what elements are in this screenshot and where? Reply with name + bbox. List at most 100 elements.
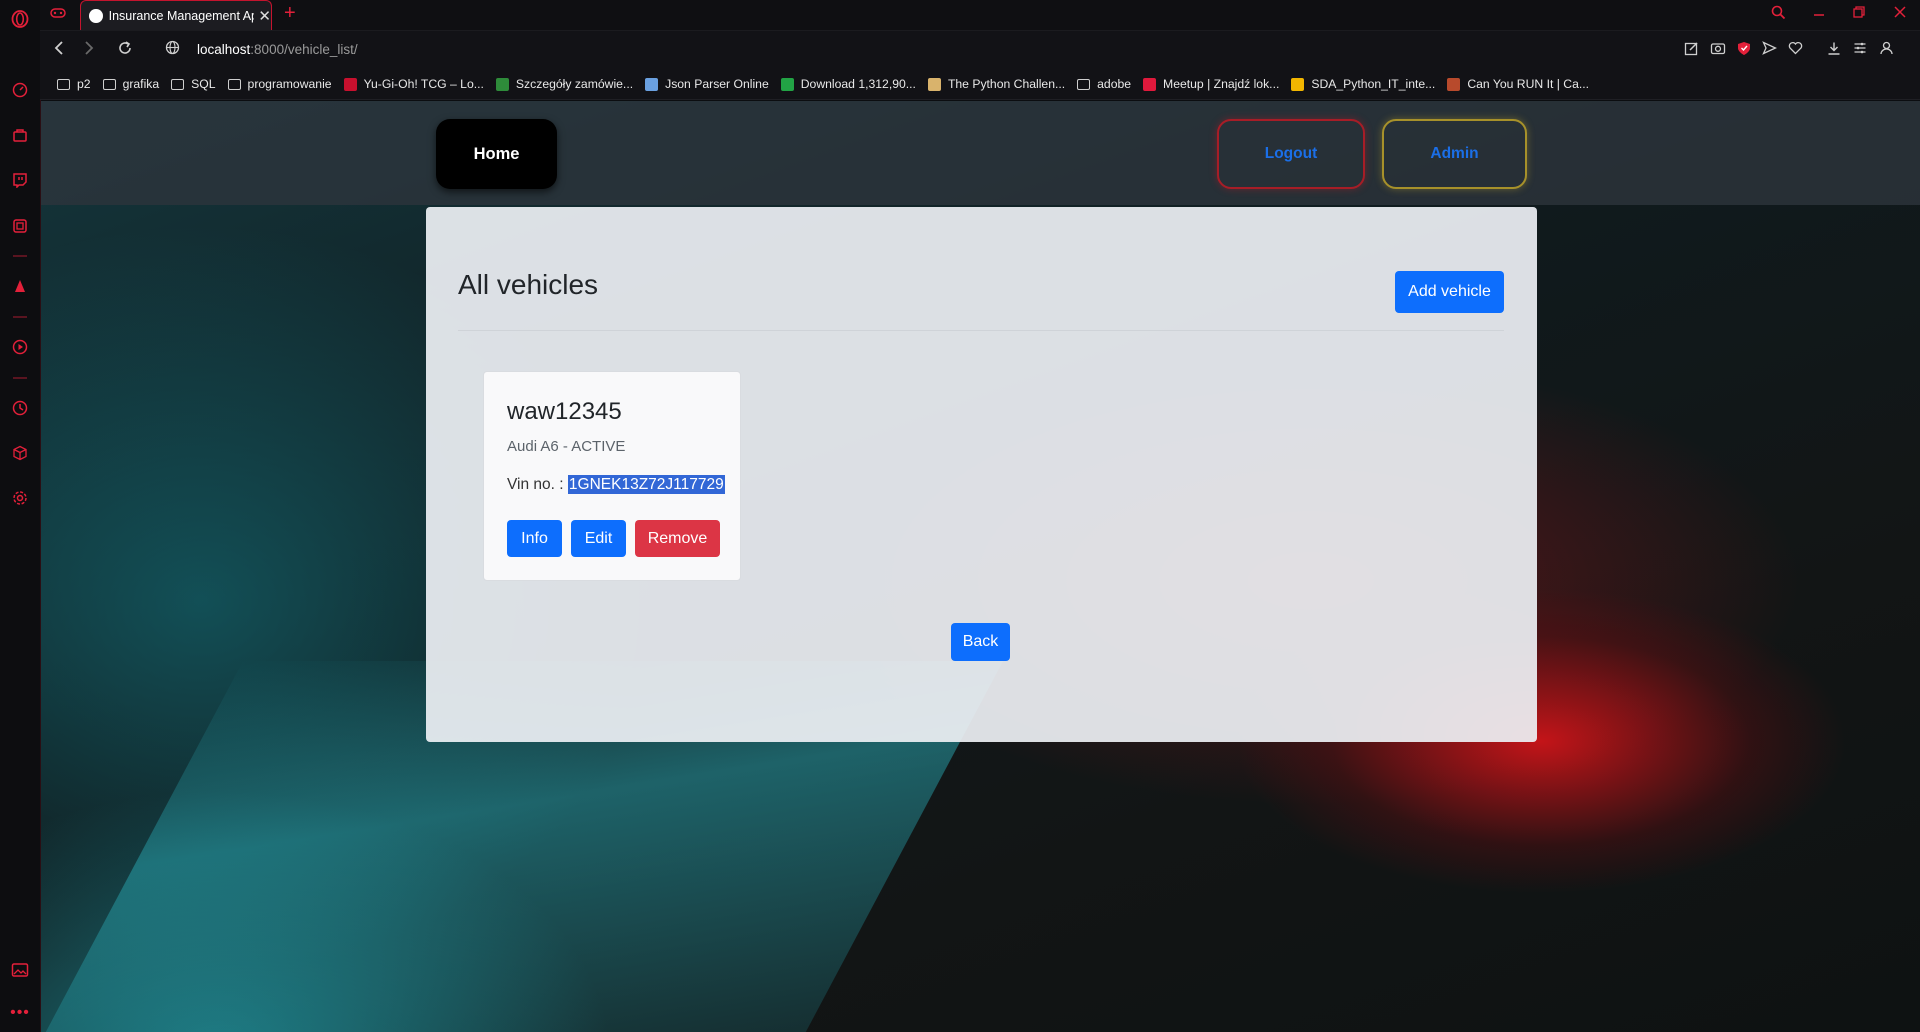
bookmark-label: Json Parser Online — [665, 77, 769, 91]
bookmark-favicon-icon — [780, 77, 794, 91]
edit-page-icon[interactable] — [1684, 41, 1699, 59]
minimize-icon[interactable] — [1812, 5, 1826, 24]
title-divider — [458, 330, 1504, 331]
content-panel: All vehicles Add vehicle waw12345 Audi A… — [426, 207, 1537, 742]
send-arrow-icon[interactable] — [1762, 41, 1778, 58]
bookmark-favicon-icon — [645, 77, 659, 91]
bookmark-heart-icon[interactable] — [1788, 41, 1803, 58]
site-navbar — [41, 101, 1920, 205]
bookmark-favicon-icon — [1447, 77, 1461, 91]
bookmark-item[interactable]: programowanie — [227, 77, 332, 91]
back-button[interactable]: Back — [951, 623, 1010, 661]
more-icon[interactable]: ••• — [10, 1003, 30, 1023]
url-path: :8000/vehicle_list/ — [250, 42, 358, 57]
home-button[interactable]: Home — [436, 119, 557, 189]
opera-logo-icon[interactable] — [10, 9, 30, 29]
folder-icon — [57, 78, 70, 90]
tab-close-icon[interactable]: ✕ — [258, 7, 271, 25]
bookmark-label: adobe — [1097, 77, 1132, 91]
page-title: All vehicles — [458, 269, 599, 300]
admin-button[interactable]: Admin — [1382, 119, 1527, 189]
shopping-bag-icon[interactable] — [10, 125, 30, 145]
vehicle-plate: waw12345 — [507, 398, 622, 425]
search-tabs-icon[interactable] — [1771, 5, 1786, 25]
bookmark-item[interactable]: The Python Challen... — [927, 77, 1066, 91]
wallpaper-icon[interactable] — [10, 960, 30, 980]
gamepad-icon[interactable] — [50, 6, 66, 22]
bookmark-item[interactable]: SQL — [171, 77, 216, 91]
bookmark-label: programowanie — [247, 77, 332, 91]
new-tab-button[interactable]: + — [284, 2, 296, 25]
extension-icon[interactable] — [10, 216, 30, 236]
sidebar-divider — [13, 316, 27, 318]
bookmark-favicon-icon — [1143, 77, 1157, 91]
site-info-globe-icon[interactable] — [165, 40, 180, 60]
bookmark-item[interactable]: Json Parser Online — [645, 77, 769, 91]
bookmark-label: Can You RUN It | Ca... — [1467, 77, 1590, 91]
sidebar-divider — [13, 377, 27, 379]
bookmark-label: grafika — [122, 77, 160, 91]
profile-icon[interactable] — [1880, 41, 1893, 58]
browser-sidebar: ••• — [0, 0, 41, 1032]
bookmark-item[interactable]: p2 — [57, 77, 91, 91]
box-icon[interactable] — [10, 443, 30, 463]
reload-icon[interactable] — [117, 40, 133, 61]
bookmark-label: The Python Challen... — [947, 77, 1066, 91]
tab-strip: Insurance Management Ap ✕ + — [40, 0, 1920, 31]
bookmark-label: Download 1,312,90... — [800, 77, 916, 91]
restore-icon[interactable] — [1852, 5, 1866, 24]
remove-button[interactable]: Remove — [635, 520, 720, 557]
bookmark-item[interactable]: Meetup | Znajdź lok... — [1143, 77, 1279, 91]
bookmark-label: Meetup | Znajdź lok... — [1163, 77, 1280, 91]
bookmark-label: Szczegóły zamówie... — [515, 77, 634, 91]
vehicle-card: waw12345 Audi A6 - ACTIVE Vin no. : 1GNE… — [483, 371, 741, 581]
url-host: localhost — [197, 42, 251, 57]
bookmark-item[interactable]: grafika — [102, 77, 160, 91]
bookmark-favicon-icon — [343, 77, 357, 91]
aria-icon[interactable] — [10, 276, 30, 296]
adblock-shield-icon[interactable] — [1737, 41, 1751, 59]
bookmark-favicon-icon — [927, 77, 941, 91]
folder-icon — [1077, 78, 1091, 90]
info-button[interactable]: Info — [507, 520, 562, 557]
page-viewport: Home Logout Admin All vehicles Add vehic… — [41, 101, 1920, 1032]
bookmark-item[interactable]: SDA_Python_IT_inte... — [1291, 77, 1435, 91]
twitch-icon[interactable] — [10, 170, 30, 190]
snapshot-camera-icon[interactable] — [1710, 41, 1726, 58]
url-field[interactable]: localhost:8000/vehicle_list/ — [197, 42, 358, 57]
tab-favicon-icon — [89, 8, 103, 23]
sidebar-divider — [13, 255, 27, 257]
active-tab[interactable]: Insurance Management Ap ✕ — [80, 0, 272, 30]
vehicle-vin: Vin no. : 1GNEK13Z72J117729 — [507, 475, 725, 494]
bookmark-item[interactable]: adobe — [1077, 77, 1131, 91]
close-window-icon[interactable] — [1893, 5, 1907, 24]
settings-gear-icon[interactable] — [10, 488, 30, 508]
forward-nav-icon[interactable] — [83, 40, 95, 61]
vin-label: Vin no. : — [507, 476, 568, 493]
bookmark-item[interactable]: Szczegóły zamówie... — [495, 77, 634, 91]
bookmarks-bar: p2 grafika SQL programowanie Yu-Gi-Oh! TCG –… — [40, 69, 1920, 100]
folder-icon — [102, 78, 116, 90]
bookmark-item[interactable]: Can You RUN It | Ca... — [1447, 77, 1589, 91]
bookmark-item[interactable]: Download 1,312,90... — [780, 77, 916, 91]
bookmark-favicon-icon — [495, 77, 509, 91]
add-vehicle-button[interactable]: Add vehicle — [1395, 271, 1504, 313]
bookmark-item[interactable]: Yu-Gi-Oh! TCG – Lo... — [343, 77, 484, 91]
edit-button[interactable]: Edit — [571, 520, 626, 557]
address-bar: localhost:8000/vehicle_list/ — [40, 31, 1920, 69]
easy-setup-icon[interactable] — [1853, 41, 1867, 58]
logout-button[interactable]: Logout — [1217, 119, 1365, 189]
speed-dial-icon[interactable] — [10, 80, 30, 100]
bookmark-label: Yu-Gi-Oh! TCG – Lo... — [363, 77, 484, 91]
folder-icon — [171, 78, 185, 90]
folder-icon — [227, 78, 241, 90]
player-icon[interactable] — [10, 337, 30, 357]
tab-title: Insurance Management Ap — [108, 8, 255, 23]
back-nav-icon[interactable] — [53, 40, 65, 61]
downloads-icon[interactable] — [1827, 41, 1841, 59]
history-icon[interactable] — [10, 398, 30, 418]
vin-value[interactable]: 1GNEK13Z72J117729 — [567, 475, 725, 494]
bookmark-label: SDA_Python_IT_inte... — [1311, 77, 1436, 91]
vehicle-description: Audi A6 - ACTIVE — [507, 438, 626, 455]
bookmark-label: SQL — [191, 77, 216, 91]
